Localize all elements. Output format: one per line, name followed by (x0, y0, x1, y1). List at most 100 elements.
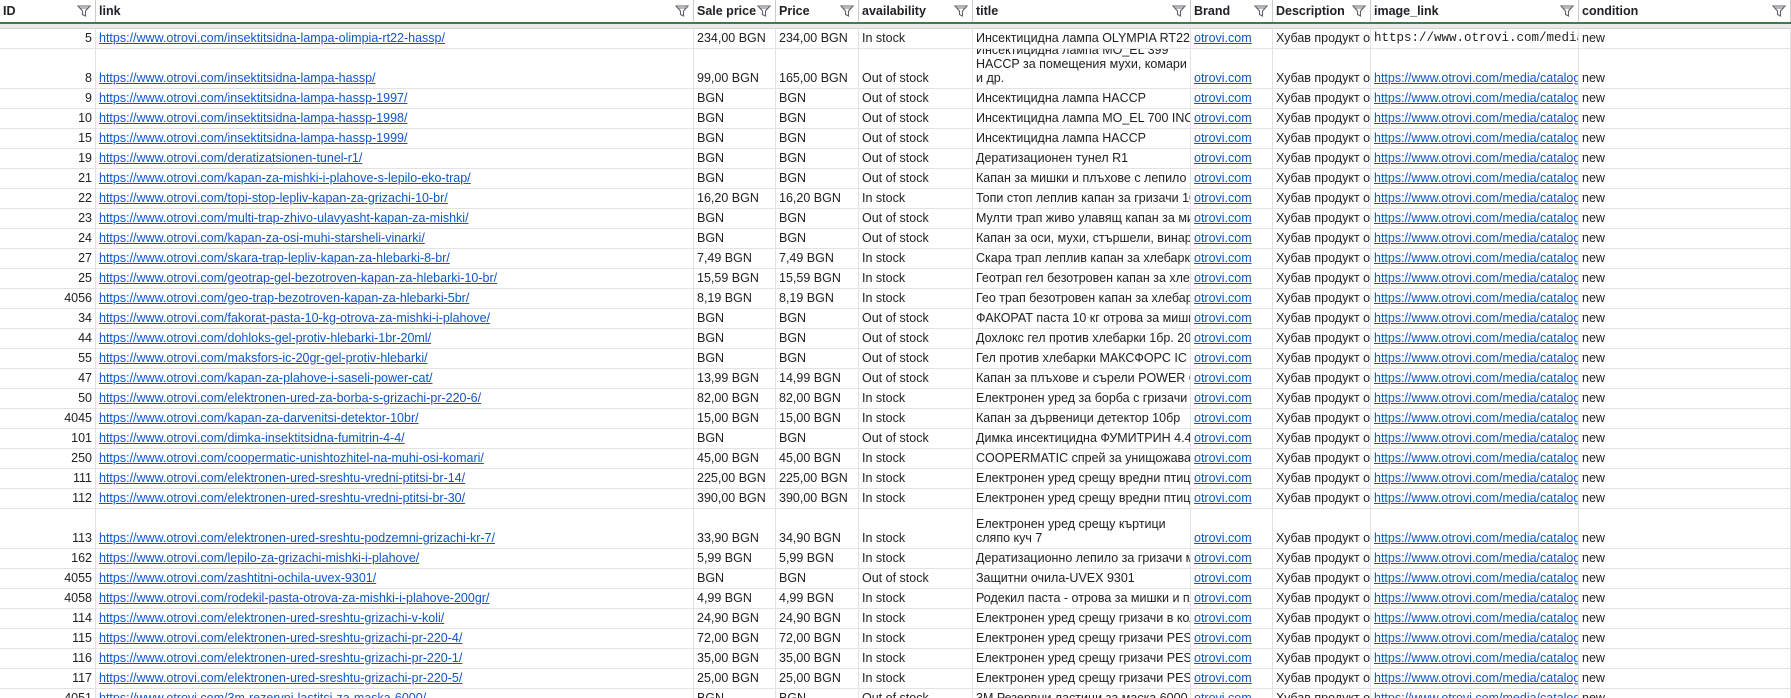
cell-sale-price[interactable]: 15,00 BGN (694, 409, 776, 428)
cell-availability[interactable]: In stock (859, 669, 973, 688)
cell-title[interactable]: Електронен уред срещу гризачи PEST X R (973, 629, 1191, 648)
cell-availability[interactable]: Out of stock (859, 49, 973, 88)
cell-link[interactable]: https://www.otrovi.com/fakorat-pasta-10-… (96, 309, 694, 328)
image-link[interactable]: https://www.otrovi.com/media/catalog/pro… (1374, 431, 1578, 445)
cell-brand[interactable]: otrovi.com (1191, 629, 1273, 648)
cell-id[interactable]: 44 (0, 329, 96, 348)
image-link[interactable]: https://www.otrovi.com/media/catalog/pro… (1374, 71, 1578, 85)
cell-link[interactable]: https://www.otrovi.com/elektronen-ured-s… (96, 669, 694, 688)
cell-link[interactable]: https://www.otrovi.com/elektronen-ured-z… (96, 389, 694, 408)
brand-link[interactable]: otrovi.com (1194, 551, 1252, 565)
cell-image-link[interactable]: https://www.otrovi.com/media/catalog/pro… (1371, 489, 1579, 508)
cell-sale-price[interactable]: BGN (694, 209, 776, 228)
cell-brand[interactable]: otrovi.com (1191, 549, 1273, 568)
cell-availability[interactable]: In stock (859, 249, 973, 268)
cell-title[interactable]: Дохлокс гел против хлебарки 1бр. 20мл. (973, 329, 1191, 348)
cell-title[interactable]: Дератизационно лепило за гризачи мишк (973, 549, 1191, 568)
cell-price[interactable]: 165,00 BGN (776, 49, 859, 88)
cell-condition[interactable]: new (1579, 429, 1791, 448)
cell-condition[interactable]: new (1579, 229, 1791, 248)
cell-brand[interactable]: otrovi.com (1191, 209, 1273, 228)
cell-description[interactable]: Хубав продукт от о (1273, 209, 1371, 228)
cell-id[interactable]: 101 (0, 429, 96, 448)
image-link[interactable]: https://www.otrovi.com/media/catalog/pro… (1374, 611, 1578, 625)
cell-description[interactable]: Хубав продукт от о (1273, 469, 1371, 488)
cell-sale-price[interactable]: 99,00 BGN (694, 49, 776, 88)
cell-brand[interactable]: otrovi.com (1191, 689, 1273, 698)
cell-image-link[interactable]: https://www.otrovi.com/media/catalog/pro… (1371, 109, 1579, 128)
cell-availability[interactable]: In stock (859, 489, 973, 508)
cell-price[interactable]: 4,99 BGN (776, 589, 859, 608)
cell-condition[interactable]: new (1579, 169, 1791, 188)
cell-condition[interactable]: new (1579, 309, 1791, 328)
cell-title[interactable]: Инсектицидна лампа HACCP (973, 89, 1191, 108)
brand-link[interactable]: otrovi.com (1194, 531, 1252, 545)
column-header-price[interactable]: Price (776, 0, 859, 22)
brand-link[interactable]: otrovi.com (1194, 491, 1252, 505)
brand-link[interactable]: otrovi.com (1194, 251, 1252, 265)
brand-link[interactable]: otrovi.com (1194, 131, 1252, 145)
cell-sale-price[interactable]: BGN (694, 89, 776, 108)
cell-availability[interactable]: Out of stock (859, 369, 973, 388)
cell-id[interactable]: 27 (0, 249, 96, 268)
cell-price[interactable]: 15,00 BGN (776, 409, 859, 428)
image-link[interactable]: https://www.otrovi.com/media/catalog/pro… (1374, 451, 1578, 465)
cell-price[interactable]: BGN (776, 209, 859, 228)
product-link[interactable]: https://www.otrovi.com/kapan-za-plahove-… (99, 371, 432, 385)
cell-brand[interactable]: otrovi.com (1191, 109, 1273, 128)
cell-brand[interactable]: otrovi.com (1191, 569, 1273, 588)
product-link[interactable]: https://www.otrovi.com/zashtitni-ochila-… (99, 571, 376, 585)
column-header-image-link[interactable]: image_link (1371, 0, 1579, 22)
cell-title[interactable]: Скара трап леплив капан за хлебарки 8 бр (973, 249, 1191, 268)
cell-link[interactable]: https://www.otrovi.com/zashtitni-ochila-… (96, 569, 694, 588)
brand-link[interactable]: otrovi.com (1194, 171, 1252, 185)
product-link[interactable]: https://www.otrovi.com/insektitsidna-lam… (99, 31, 445, 45)
cell-condition[interactable]: new (1579, 289, 1791, 308)
cell-title[interactable]: Димка инсектицидна ФУМИТРИН 4.4 30 гр (973, 429, 1191, 448)
cell-title[interactable]: 3M Резервни ластици за маска 6000 (973, 689, 1191, 698)
cell-brand[interactable]: otrovi.com (1191, 329, 1273, 348)
image-link[interactable]: https://www.otrovi.com/media/catalog/pro… (1374, 551, 1578, 565)
cell-price[interactable]: 72,00 BGN (776, 629, 859, 648)
cell-price[interactable]: BGN (776, 89, 859, 108)
filter-icon[interactable] (77, 5, 91, 17)
cell-price[interactable]: 5,99 BGN (776, 549, 859, 568)
cell-link[interactable]: https://www.otrovi.com/dohloks-gel-proti… (96, 329, 694, 348)
cell-link[interactable]: https://www.otrovi.com/maksfors-ic-20gr-… (96, 349, 694, 368)
cell-availability[interactable]: In stock (859, 389, 973, 408)
cell-title[interactable]: Електронен уред срещу вредни птици PES (973, 489, 1191, 508)
cell-price[interactable]: BGN (776, 149, 859, 168)
cell-id[interactable]: 8 (0, 49, 96, 88)
cell-image-link[interactable]: https://www.otrovi.com/media/catalog/pro… (1371, 289, 1579, 308)
cell-description[interactable]: Хубав продукт от о (1273, 609, 1371, 628)
cell-price[interactable]: BGN (776, 569, 859, 588)
image-link[interactable]: https://www.otrovi.com/media/catalog/pro… (1374, 211, 1578, 225)
cell-title[interactable]: Гео трап безотровен капан за хлебарки 5б (973, 289, 1191, 308)
cell-link[interactable]: https://www.otrovi.com/kapan-za-osi-muhi… (96, 229, 694, 248)
cell-availability[interactable]: Out of stock (859, 149, 973, 168)
cell-description[interactable]: Хубав продукт от о (1273, 389, 1371, 408)
cell-id[interactable]: 116 (0, 649, 96, 668)
cell-link[interactable]: https://www.otrovi.com/kapan-za-plahove-… (96, 369, 694, 388)
image-link[interactable]: https://www.otrovi.com/media/catalog/pro… (1374, 271, 1578, 285)
cell-sale-price[interactable]: BGN (694, 569, 776, 588)
brand-link[interactable]: otrovi.com (1194, 91, 1252, 105)
cell-title[interactable]: Електронен уред срещу гризачи в коли PE (973, 609, 1191, 628)
filter-icon[interactable] (1254, 5, 1268, 17)
cell-title[interactable]: Гел против хлебарки МАКСФОРС IC (MAX (973, 349, 1191, 368)
cell-sale-price[interactable]: BGN (694, 429, 776, 448)
cell-brand[interactable]: otrovi.com (1191, 129, 1273, 148)
product-link[interactable]: https://www.otrovi.com/dohloks-gel-proti… (99, 331, 431, 345)
cell-price[interactable]: BGN (776, 689, 859, 698)
cell-link[interactable]: https://www.otrovi.com/insektitsidna-lam… (96, 109, 694, 128)
cell-id[interactable]: 113 (0, 509, 96, 548)
cell-availability[interactable]: In stock (859, 189, 973, 208)
cell-description[interactable]: Хубав продукт от о (1273, 369, 1371, 388)
cell-title[interactable]: Мулти трап живо улавящ капан за мишки (973, 209, 1191, 228)
cell-title[interactable]: Електронен уред за борба с гризачи PEST (973, 389, 1191, 408)
cell-price[interactable]: 16,20 BGN (776, 189, 859, 208)
cell-description[interactable]: Хубав продукт от о (1273, 449, 1371, 468)
image-link[interactable]: https://www.otrovi.com/media/catalog/pro… (1374, 651, 1578, 665)
image-link[interactable]: https://www.otrovi.com/media/catalog/pro… (1374, 111, 1578, 125)
cell-id[interactable]: 22 (0, 189, 96, 208)
